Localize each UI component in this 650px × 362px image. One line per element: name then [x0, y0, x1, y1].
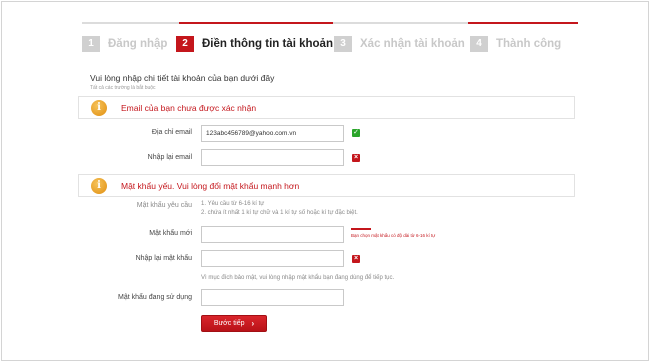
error-icon: × [352, 255, 360, 263]
password-notice: i Mật khẩu yếu. Vui lòng đổi mật khẩu mạ… [78, 174, 575, 197]
form-intro-subtitle: Tất cả các trường là bắt buộc [90, 85, 156, 91]
email-notice: i Email của bạn chưa được xác nhận [78, 96, 575, 119]
step-account-info[interactable]: 2 Điền thông tin tài khoản [176, 35, 333, 53]
password-requirements-label: Mật khẩu yêu cầu [136, 202, 192, 209]
confirm-password-label: Nhập lại mật khẩu [135, 255, 192, 262]
step-success[interactable]: 4 Thành công [470, 35, 561, 53]
requirement-line: 1. Yêu cầu từ 6-16 kí tự [201, 201, 265, 207]
confirm-password-field[interactable] [201, 250, 344, 267]
step-number: 2 [176, 36, 194, 52]
step-label: Xác nhận tài khoản [360, 38, 465, 50]
step-number: 1 [82, 36, 100, 52]
new-password-field[interactable] [201, 226, 344, 243]
requirement-line: 2. chứa ít nhất 1 kí tự chữ và 1 kí tự s… [201, 210, 358, 216]
email-label: Địa chỉ email [151, 129, 192, 136]
new-password-label: Mật khẩu mới [149, 230, 192, 237]
step-number: 3 [334, 36, 352, 52]
info-icon: i [91, 99, 107, 116]
step-verify-account[interactable]: 3 Xác nhận tài khoản [334, 35, 465, 53]
step-label: Đăng nhập [108, 38, 168, 50]
strength-bar [351, 228, 371, 230]
info-icon: i [91, 177, 107, 194]
step-divider-active [468, 22, 578, 24]
confirm-email-field[interactable] [201, 149, 344, 166]
next-step-button[interactable]: Bước tiếp › [201, 315, 267, 332]
email-field[interactable] [201, 125, 344, 142]
progress-steps: 1 Đăng nhập 2 Điền thông tin tài khoản 3… [78, 35, 578, 57]
step-login[interactable]: 1 Đăng nhập [82, 35, 167, 53]
step-number: 4 [470, 36, 488, 52]
password-hint: Bạn chọn mật khẩu có độ dài từ 6-16 kí t… [351, 233, 436, 238]
step-label: Thành công [496, 38, 562, 50]
security-note: Vì mục đích bảo mật, vui lòng nhập mật k… [201, 275, 395, 281]
step-divider [82, 22, 179, 24]
check-icon: ✓ [352, 129, 360, 137]
error-icon: × [352, 154, 360, 162]
step-divider [333, 22, 468, 24]
current-password-field[interactable] [201, 289, 344, 306]
chevron-right-icon: › [251, 319, 255, 328]
current-password-label: Mật khẩu đang sử dụng [118, 294, 192, 301]
notice-text: Mật khẩu yếu. Vui lòng đổi mật khẩu mạnh… [121, 180, 300, 191]
step-label: Điền thông tin tài khoản [202, 38, 333, 50]
form-intro: Vui lòng nhập chi tiết tài khoản của bạn… [90, 73, 275, 83]
step-divider-active [179, 22, 333, 24]
confirm-email-label: Nhập lại email [147, 154, 192, 161]
notice-text: Email của bạn chưa được xác nhận [121, 102, 257, 113]
button-label: Bước tiếp [213, 320, 245, 327]
